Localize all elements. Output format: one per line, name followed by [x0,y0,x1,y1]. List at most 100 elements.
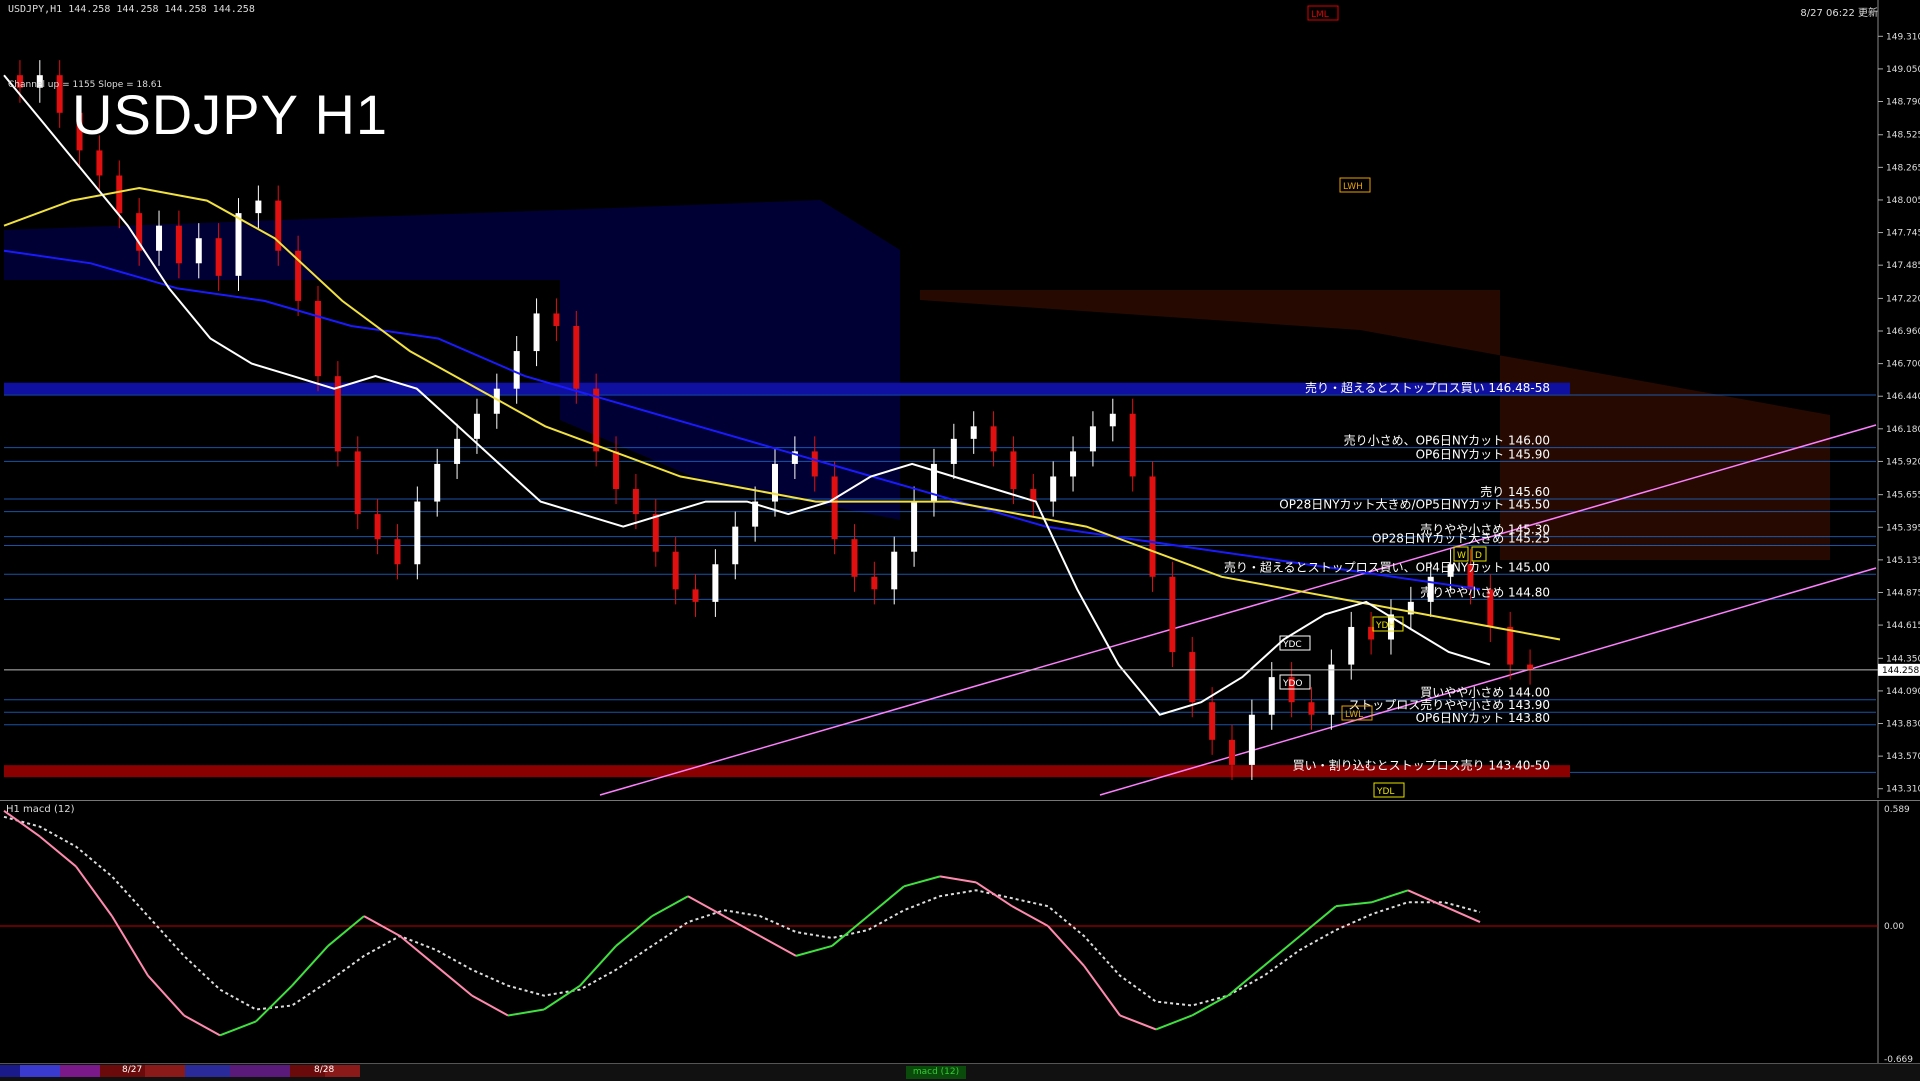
candle-body [831,476,838,540]
level-tag: LWL [1345,710,1363,720]
candle-body [1328,664,1335,715]
price-tick-label: 147.485 [1886,261,1920,271]
timeline-segment [20,1065,60,1077]
level-tag: LWH [1343,182,1363,192]
macd-main-segment [1155,1014,1193,1031]
macd-main-segment [471,994,509,1017]
price-tick-label: 144.350 [1886,654,1920,664]
candle-body [891,551,898,590]
candle-body [1149,476,1156,577]
macd-main-segment [1443,905,1481,923]
level-annotation: 買い・割り込むとストップロス売り 143.40-50 [1293,757,1550,772]
macd-main-segment [111,915,149,977]
candle-body [434,463,441,502]
timeline-segment [185,1065,230,1077]
macd-main-segment [327,915,365,947]
price-tick-label: 143.570 [1886,752,1920,762]
candle-body [970,426,977,439]
macd-main-segment [147,975,185,1017]
candle-body [692,589,699,602]
price-tick-label: 148.005 [1886,196,1920,206]
timeline-segment [230,1065,290,1077]
macd-main-segment [687,895,725,917]
candle-body [1089,426,1096,452]
macd-main-segment [39,835,77,868]
price-tick-label: 144.090 [1886,687,1920,697]
macd-main-segment [219,1020,257,1037]
level-tag: YDL [1376,787,1394,797]
candle-body [195,238,202,264]
macd-main-segment [399,935,437,967]
macd-main-segment [579,945,617,987]
candle-body [175,225,182,264]
macd-main-segment [1119,1014,1157,1031]
candle-body [1268,677,1275,715]
macd-label: H1 macd (12) [6,804,75,815]
candle-body [632,489,639,515]
candle-body [1050,476,1057,502]
candle-body [454,438,461,464]
candle-body [811,451,818,477]
candle-body [473,413,480,439]
macd-main-segment [867,885,905,917]
price-tick-label: 145.655 [1886,491,1920,501]
candle-body [354,451,361,515]
level-annotation: OP6日NYカット 145.90 [1416,447,1550,461]
candle-body [1010,451,1017,490]
candle-body [513,351,520,389]
candle-body [1527,664,1534,670]
candle-body [156,225,163,251]
candle-body [255,200,262,214]
candle-body [1348,626,1355,665]
candle-body [573,325,580,389]
macd-chart: 0.5890.00-0.669 [0,801,1913,1065]
price-tick-label: 144.615 [1886,621,1920,631]
price-tick-label: 148.790 [1886,98,1920,108]
macd-main-segment [759,935,797,957]
candle-body [414,501,421,565]
candle-body [314,300,321,377]
level-annotation: 売り小さめ、OP6日NYカット 146.00 [1344,433,1550,448]
macd-main-segment [939,875,977,884]
candle-body [732,526,739,565]
candle-body [1189,652,1196,703]
candle-body [1229,739,1236,765]
price-tick-label: 146.440 [1886,392,1920,402]
price-tick-label: 147.220 [1886,294,1920,304]
candle-body [215,238,222,276]
macd-pane[interactable]: 0.589 0.00 -0.669 [0,800,1920,1065]
macd-main-segment [1227,965,1265,997]
candle-body [1070,451,1077,477]
price-tick-label: 145.135 [1886,556,1920,566]
candle-body [1129,413,1136,477]
macd-main-segment [1371,889,1409,904]
candle-body [96,150,103,176]
candle-body [652,514,659,552]
price-tick-label: 148.265 [1886,163,1920,173]
candle-body [553,313,560,326]
macd-main-segment [183,1014,221,1037]
cloud-bearish [920,290,1830,560]
level-tag: W [1457,551,1466,561]
macd-main-segment [975,881,1013,908]
timeline-segment [145,1065,185,1077]
candle-body [1109,413,1116,427]
chart-title: USDJPY H1 [72,83,389,146]
macd-main-segment [507,1008,545,1017]
candle-body [613,451,620,490]
macd-tab[interactable]: macd (12) [906,1066,966,1079]
macd-main-segment [1191,994,1229,1017]
macd-main-segment [795,944,833,957]
candle-body [990,426,997,452]
candle-body [1169,576,1176,653]
level-annotation: 売り・超えるとストップロス買い 146.48-58 [1305,380,1550,395]
price-tick-label: 144.875 [1886,588,1920,598]
macd-main-segment [1407,889,1445,908]
price-tick-label: 147.745 [1886,229,1920,239]
candle-body [911,501,918,552]
level-annotation: 売り・超えるとストップロス買い、OP4日NYカット 145.00 [1224,559,1550,574]
macd-main-segment [651,895,689,917]
update-timestamp: 8/27 06:22 更新 [1800,8,1878,19]
level-annotation: 売りやや小さめ 144.80 [1420,584,1550,599]
macd-main-segment [291,945,329,987]
